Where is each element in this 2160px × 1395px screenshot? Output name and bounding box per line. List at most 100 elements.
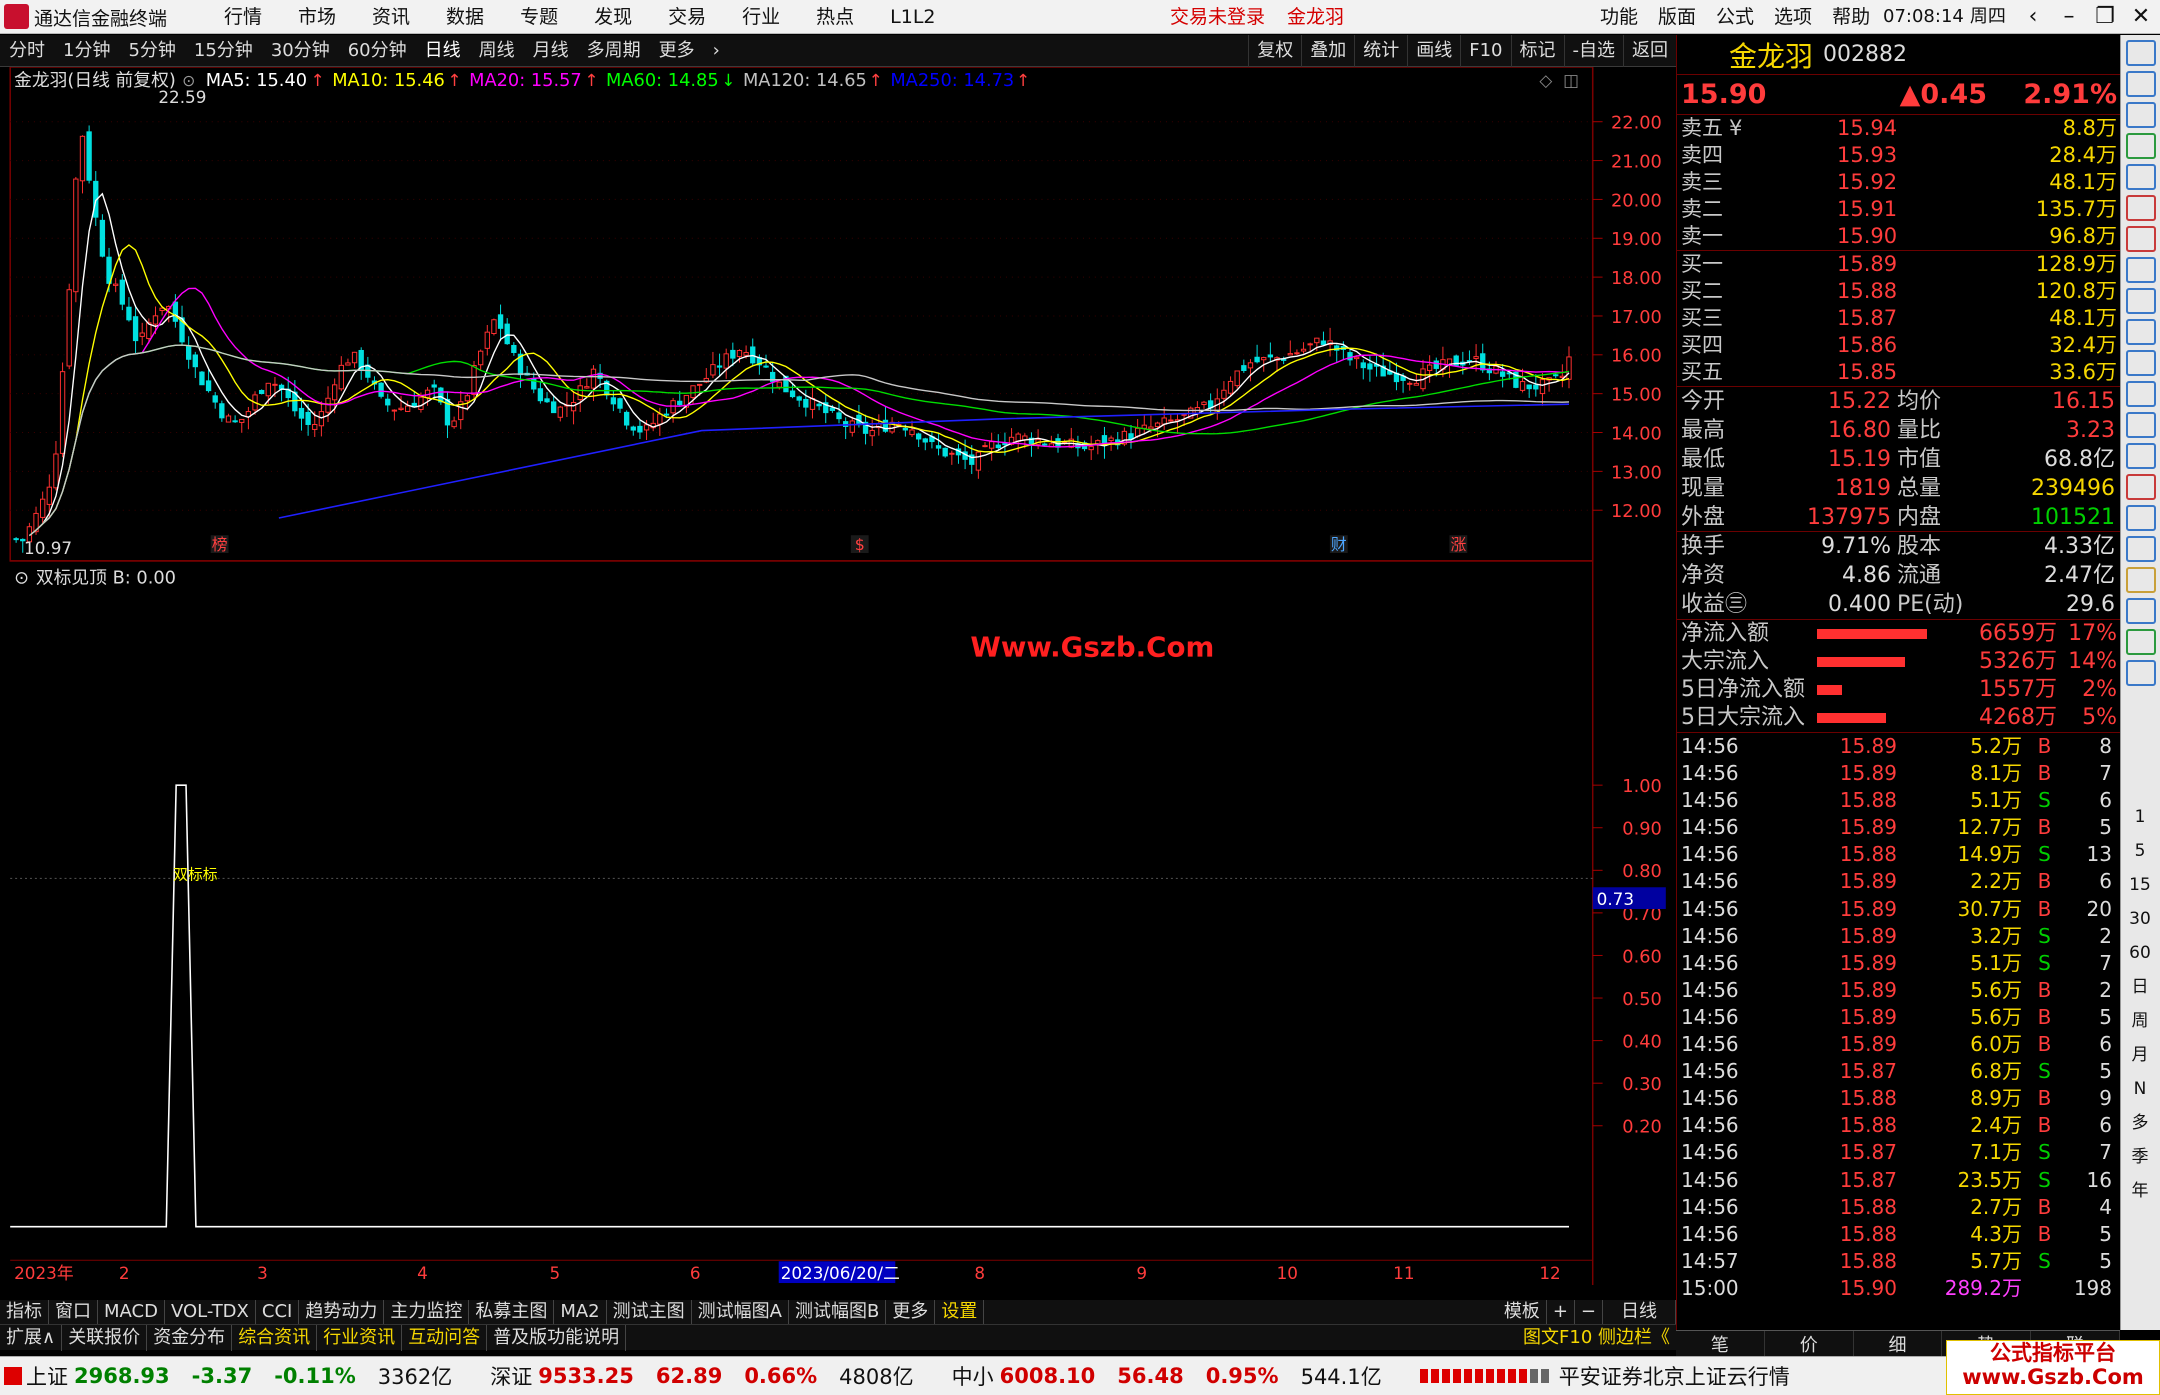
tool-button[interactable]: 复权 — [1248, 35, 1301, 67]
side-tool-icon[interactable] — [2126, 164, 2156, 190]
sub-settings-icon[interactable]: ⊙ — [14, 568, 29, 589]
side-tool-icon[interactable] — [2126, 505, 2156, 531]
indicator-tab[interactable]: VOL-TDX — [165, 1300, 256, 1324]
period-tab[interactable]: 15分钟 — [185, 35, 262, 67]
template-button[interactable]: 模板 — [1498, 1300, 1547, 1324]
login-status[interactable]: 交易未登录 金龙羽 — [1170, 0, 1344, 34]
period-tab[interactable]: 日线 — [416, 35, 470, 67]
period-tab[interactable]: 更多 — [650, 35, 704, 67]
side-tool-icon[interactable] — [2126, 412, 2156, 438]
side-tool-icon[interactable] — [2126, 257, 2156, 283]
side-tool-icon[interactable] — [2126, 40, 2156, 66]
side-period[interactable]: 月 — [2120, 1038, 2160, 1072]
sidebar-toggle[interactable]: 图文F10 侧边栏《 — [1517, 1325, 1676, 1351]
side-tool-icon[interactable] — [2126, 133, 2156, 159]
diamond-icon[interactable]: ◇ — [1539, 70, 1552, 90]
side-tool-icon[interactable] — [2126, 474, 2156, 500]
indicator-tab[interactable]: 设置 — [935, 1300, 985, 1324]
indicator-chart[interactable]: ⊙ 双标见顶 B: 0.001.000.900.800.700.600.500.4… — [10, 560, 1666, 1228]
side-tool-icon[interactable] — [2126, 443, 2156, 469]
top-menu-item[interactable]: 资讯 — [354, 0, 428, 34]
index-quote[interactable]: 上证 2968.93 -3.37 -0.11% 3362亿 — [0, 1361, 476, 1391]
top-menu-item[interactable]: 发现 — [576, 0, 650, 34]
side-tool-icon[interactable] — [2126, 288, 2156, 314]
extension-tab[interactable]: 资金分布 — [147, 1324, 233, 1351]
chart-area[interactable]: 金龙羽(日线 前复权) ⊙ MA5: 15.40 ↑ MA10: 15.46 ↑ MA20:… — [0, 67, 1676, 1285]
side-tool-icon[interactable] — [2126, 629, 2156, 655]
side-minute[interactable]: 1 — [2120, 800, 2160, 834]
indicator-tab[interactable]: 趋势动力 — [299, 1300, 385, 1324]
side-tool-icon[interactable] — [2126, 567, 2156, 593]
top-menu-item[interactable]: 市场 — [280, 0, 354, 34]
tool-button[interactable]: 统计 — [1354, 35, 1407, 67]
indicator-tab[interactable]: MA2 — [554, 1300, 607, 1324]
event-marker[interactable]: 涨 — [1450, 535, 1466, 554]
close-icon[interactable]: ✕ — [2123, 0, 2159, 34]
period-tab[interactable]: 1分钟 — [54, 35, 119, 67]
extension-tab[interactable]: 关联报价 — [62, 1324, 148, 1351]
top-menu-item[interactable]: L1L2 — [872, 0, 953, 34]
side-tool-icon[interactable] — [2126, 319, 2156, 345]
top-menu-item[interactable]: 行情 — [206, 0, 280, 34]
indicator-tab[interactable]: CCI — [256, 1300, 300, 1324]
side-tool-icon[interactable] — [2126, 598, 2156, 624]
indicator-tab[interactable]: MACD — [98, 1300, 165, 1324]
kline-chart[interactable]: 金龙羽(日线 前复权) ⊙ MA5: 15.40 ↑ MA10: 15.46 ↑ MA20:… — [9, 67, 1662, 1285]
right-menu-item[interactable]: 帮助 — [1822, 0, 1880, 34]
tool-button[interactable]: 标记 — [1510, 35, 1564, 67]
side-tool-icon[interactable] — [2126, 102, 2156, 128]
indicator-tab[interactable]: 主力监控 — [384, 1300, 470, 1324]
period-tab[interactable]: 周线 — [470, 35, 524, 67]
side-tool-icon[interactable] — [2126, 350, 2156, 376]
period-tab[interactable]: 月线 — [524, 35, 578, 67]
extension-tab[interactable]: 普及版功能说明 — [487, 1324, 627, 1351]
indicator-tab[interactable]: 指标 — [0, 1300, 49, 1324]
right-menu-item[interactable]: 功能 — [1590, 0, 1648, 34]
top-menu-item[interactable]: 行业 — [724, 0, 798, 34]
top-menu-item[interactable]: 专题 — [502, 0, 576, 34]
right-menu-item[interactable]: 公式 — [1706, 0, 1764, 34]
side-minute[interactable]: 60 — [2120, 936, 2160, 970]
indicator-tab[interactable]: 更多 — [886, 1300, 936, 1324]
side-minute[interactable]: 5 — [2120, 834, 2160, 868]
tick-list[interactable]: 14:56 15.89 5.2万 B 8 14:56 15.89 8.1万 B 7 14:56 15.… — [1677, 733, 2120, 1302]
minimize-icon[interactable]: – — [2051, 0, 2087, 34]
index-quote[interactable]: 中小 6008.10 56.48 0.95% 544.1亿 — [952, 1361, 1406, 1391]
restore-icon[interactable]: ❐ — [2087, 0, 2123, 34]
side-period[interactable]: 季 — [2120, 1140, 2160, 1174]
side-period[interactable]: 日 — [2120, 970, 2160, 1004]
tool-button[interactable]: 叠加 — [1301, 35, 1354, 67]
chevron-right-icon[interactable]: › — [704, 35, 729, 67]
tool-button[interactable]: 返回 — [1623, 35, 1676, 67]
right-menu-item[interactable]: 选项 — [1764, 0, 1822, 34]
side-tool-icon[interactable] — [2126, 226, 2156, 252]
template-button[interactable]: − — [1575, 1300, 1603, 1324]
panel-icon[interactable]: ◫ — [1563, 70, 1579, 90]
side-period[interactable]: N — [2120, 1072, 2160, 1106]
indicator-tab[interactable]: 测试主图 — [607, 1300, 692, 1324]
top-menu-item[interactable]: 热点 — [798, 0, 872, 34]
index-quote[interactable]: 深证 9533.25 62.89 0.66% 4808亿 — [490, 1361, 937, 1391]
right-menu-item[interactable]: 版面 — [1648, 0, 1706, 34]
period-tab[interactable]: 60分钟 — [339, 35, 416, 67]
top-menu-item[interactable]: 数据 — [428, 0, 502, 34]
side-minute[interactable]: 30 — [2120, 902, 2160, 936]
indicator-tab[interactable]: 测试幅图B — [789, 1300, 887, 1324]
extension-tab[interactable]: 互动问答 — [402, 1324, 488, 1351]
tool-button[interactable]: 画线 — [1407, 35, 1460, 67]
back-icon[interactable]: ‹ — [2015, 0, 2051, 34]
extension-tab[interactable]: 扩展∧ — [0, 1324, 63, 1351]
extension-tab[interactable]: 行业资讯 — [317, 1324, 403, 1351]
side-minute[interactable]: 15 — [2120, 868, 2160, 902]
side-tool-icon[interactable] — [2126, 71, 2156, 97]
tool-button[interactable]: F10 — [1460, 35, 1510, 67]
extension-tab[interactable]: 综合资讯 — [232, 1324, 318, 1351]
period-tab[interactable]: 多周期 — [578, 35, 650, 67]
template-button[interactable]: + — [1547, 1300, 1575, 1324]
side-tool-icon[interactable] — [2126, 195, 2156, 221]
server-status[interactable]: 平安证券北京上证云行情 — [1559, 1361, 1790, 1391]
indicator-tab[interactable]: 私募主图 — [469, 1300, 555, 1324]
side-tool-icon[interactable] — [2126, 660, 2156, 686]
quote-tab[interactable]: 细 — [1854, 1330, 1943, 1357]
side-tool-icon[interactable] — [2126, 381, 2156, 407]
